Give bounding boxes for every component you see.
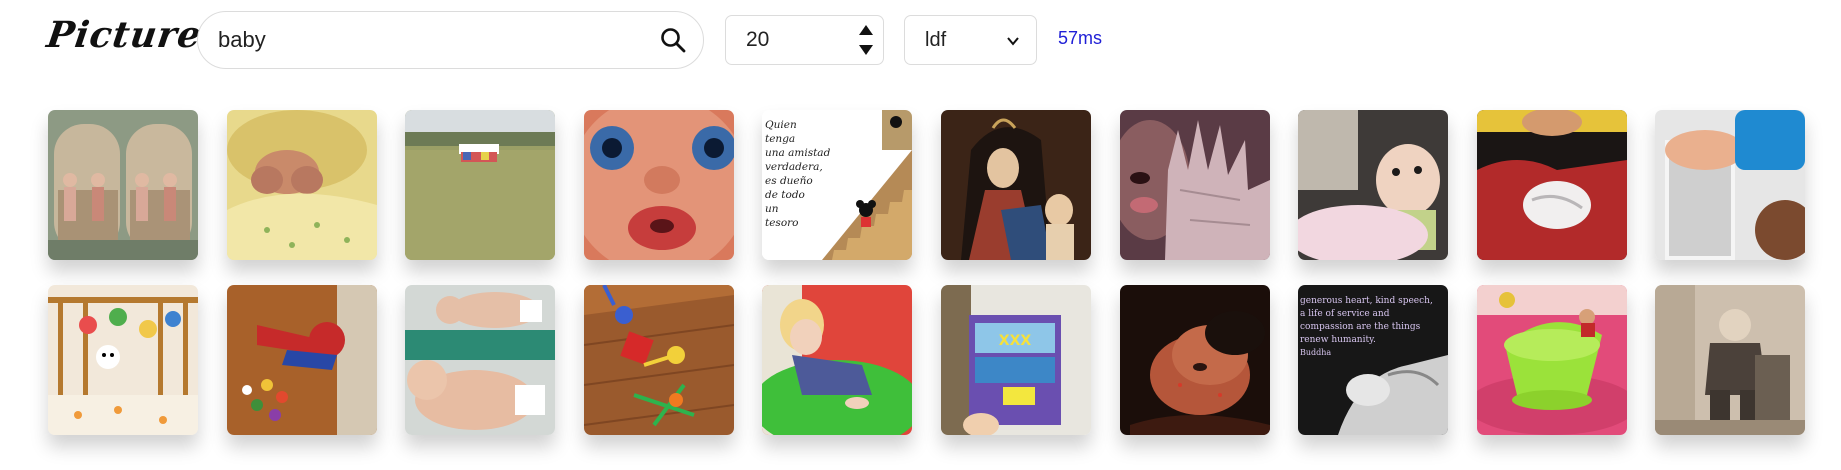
query-timing: 57ms <box>1058 28 1103 48</box>
svg-text:una amistad: una amistad <box>765 147 831 159</box>
result-thumbnail-two-babies-on-table[interactable] <box>405 285 556 435</box>
result-thumbnail-baby-held-in-red-sweater[interactable] <box>1476 110 1627 260</box>
svg-text:renew humanity.: renew humanity. <box>1300 335 1376 345</box>
top-bar: Pictures ldf 57ms <box>0 0 1841 80</box>
result-thumbnail-hand-holding-dvd-case[interactable]: XXX <box>940 285 1091 435</box>
result-thumbnail-hand-in-front-of-face[interactable] <box>1119 110 1270 260</box>
result-thumbnail-doll-face-closeup[interactable] <box>583 110 734 260</box>
svg-text:Quien: Quien <box>765 119 797 131</box>
svg-text:generous heart, kind speech,: generous heart, kind speech, <box>1300 296 1433 306</box>
svg-text:es dueño: es dueño <box>765 175 813 187</box>
result-thumbnail-baby-in-pink-blanket[interactable] <box>1298 110 1449 260</box>
result-thumbnail-baby-feet-on-yellow-blanket[interactable] <box>226 110 377 260</box>
svg-text:XXX: XXX <box>999 333 1032 349</box>
result-thumbnail-toddler-on-green-mat[interactable] <box>762 285 913 435</box>
result-thumbnail-madonna-and-child-painting[interactable] <box>940 110 1091 260</box>
chevron-down-icon <box>1006 34 1020 48</box>
svg-text:tesoro: tesoro <box>765 217 798 229</box>
result-thumbnail-old-photo-seated-child[interactable] <box>1655 285 1806 435</box>
mode-select[interactable]: ldf <box>904 15 1037 65</box>
result-thumbnail-vintage-stereo-children-photo[interactable] <box>48 110 198 260</box>
result-count-input[interactable] <box>746 16 846 64</box>
result-thumbnail-crib-with-toys[interactable] <box>48 285 198 435</box>
search-input[interactable] <box>218 12 638 68</box>
decrement-arrow-icon[interactable] <box>855 40 877 60</box>
search-box <box>197 11 704 69</box>
result-thumbnail-baby-by-window[interactable] <box>1655 110 1806 260</box>
results-grid: Quien tenga una amistad verdadera, es du… <box>48 110 1806 435</box>
svg-text:tenga: tenga <box>765 133 795 145</box>
result-thumbnail-quote-hands-black-white[interactable]: generous heart, kind speech, a life of s… <box>1298 285 1449 435</box>
result-thumbnail-teacup-ride[interactable] <box>1476 285 1627 435</box>
result-thumbnail-spiderman-toy-with-candy[interactable] <box>226 285 377 435</box>
increment-arrow-icon[interactable] <box>855 20 877 40</box>
svg-text:de todo: de todo <box>765 189 805 201</box>
svg-text:a life of service and: a life of service and <box>1300 309 1390 319</box>
result-thumbnail-park-field-with-group[interactable] <box>405 110 556 260</box>
svg-text:Buddha: Buddha <box>1300 348 1331 357</box>
result-count-stepper <box>725 15 884 65</box>
result-thumbnail-construction-toy-on-floor[interactable] <box>583 285 734 435</box>
result-thumbnail-child-face-in-shadow[interactable] <box>1119 285 1270 435</box>
search-icon[interactable] <box>657 24 689 56</box>
svg-text:un: un <box>765 203 779 215</box>
svg-text:verdadera,: verdadera, <box>765 161 823 173</box>
mode-select-value: ldf <box>925 29 947 51</box>
result-thumbnail-quote-card-stairs-cartoon[interactable]: Quien tenga una amistad verdadera, es du… <box>762 110 913 260</box>
svg-text:compassion are the things: compassion are the things <box>1300 322 1421 332</box>
